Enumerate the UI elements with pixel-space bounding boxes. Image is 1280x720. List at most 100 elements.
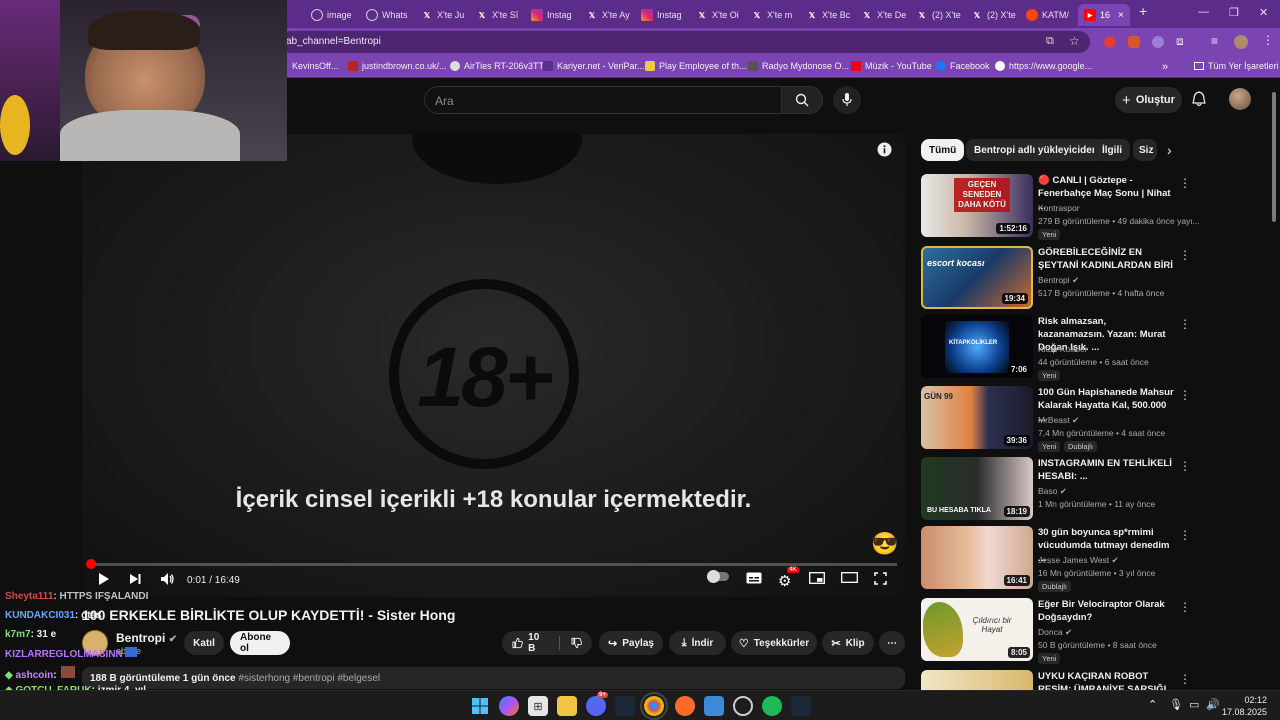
bookmark[interactable]: Kariyer.net - VeriPar... [543,61,645,71]
thanks-button[interactable]: ♡ Teşekkürler [731,631,817,655]
video-thumbnail[interactable]: escort kocası 19:34 [921,246,1033,309]
chip-from-uploader[interactable]: Bentropi adlı yükleyiciden [966,139,1106,161]
bookmark[interactable]: Facebook [936,61,990,71]
steam-icon[interactable] [791,696,811,716]
url-text[interactable]: ab_channel=Bentropi [286,36,381,47]
autoplay-toggle[interactable] [707,570,729,583]
video-thumbnail[interactable]: KİTAPKOLİKLER 7:06 [921,315,1033,378]
chip-related[interactable]: İlgili [1094,139,1130,161]
extension-icon[interactable] [1128,36,1140,48]
close-window-icon[interactable]: ✕ [1259,6,1268,19]
browser-tab[interactable]: 𝕏 X'te m [745,4,797,26]
more-vert-icon[interactable]: ⋮ [1179,317,1191,331]
rec-title[interactable]: INSTAGRAMIN EN TEHLİKELİ HESABI: ... [1038,457,1174,483]
video-thumbnail[interactable] [921,670,1033,690]
bookmark[interactable]: justindbrown.co.uk/... [348,61,447,71]
bookmark[interactable]: Müzik - YouTube [851,61,932,71]
more-vert-icon[interactable]: ⋮ [1179,388,1191,402]
profile-avatar[interactable] [1234,35,1248,49]
browser-tab[interactable]: 𝕏 X'te Bc [800,4,852,26]
browser-tab-active[interactable]: ▶ 16 × [1078,4,1130,26]
omnibox[interactable]: ab_channel=Bentropi ⧉ ☆ [280,31,1090,53]
store-icon[interactable]: ⊞ [528,696,548,716]
browser-tab[interactable]: KATM/ [1020,4,1072,26]
bookmark[interactable]: https://www.google... [995,61,1092,71]
volume-button[interactable] [160,572,175,586]
browser-tab[interactable]: Instag [635,4,687,26]
start-button[interactable] [470,696,490,716]
photos-icon[interactable] [704,696,724,716]
more-vert-icon[interactable]: ⋮ [1179,459,1191,473]
network-icon[interactable]: ▭ [1189,698,1199,711]
tray-chevron-icon[interactable]: ⌃ [1148,698,1157,711]
browser-tab[interactable]: Instag [525,4,577,26]
hashtags[interactable]: #sisterhong #bentropi #belgesel [238,673,380,684]
bookmark[interactable]: AirTies RT-206v3TT [450,61,544,71]
browser-tab[interactable]: 𝕏 (2) X'te [965,4,1017,26]
new-tab-button[interactable]: + [1139,3,1147,19]
maximize-icon[interactable]: ❐ [1229,6,1239,19]
star-icon[interactable]: ☆ [1069,34,1080,48]
info-icon[interactable] [877,142,892,157]
channel-watermark[interactable]: 😎 [871,531,898,557]
rec-channel[interactable]: Donca ✔ [1038,627,1072,638]
join-button[interactable]: Katıl [184,631,224,655]
recommendation-item[interactable]: BU HESABA TIKLA 18:19 INSTAGRAMIN EN TEH… [921,457,1191,523]
theater-button[interactable] [841,572,858,583]
volume-icon[interactable]: 🔊 [1206,698,1220,711]
recommendation-item[interactable]: 16:41 30 gün boyunca sp*rmimi vücudumda … [921,526,1191,592]
browser-tab[interactable]: image [305,4,357,26]
progress-bar[interactable] [85,559,897,569]
next-button[interactable] [128,572,142,586]
scrollbar-thumb[interactable] [1272,92,1276,222]
rec-channel[interactable]: Bentropi ✔ [1038,275,1079,286]
video-thumbnail[interactable]: BU HESABA TIKLA 18:19 [921,457,1033,520]
bookmark[interactable]: KevinsOff... [292,61,338,71]
bell-icon[interactable] [1192,91,1206,107]
search-button[interactable] [781,86,823,114]
browser-tab[interactable]: Whats [360,4,412,26]
install-icon[interactable]: ⧉ [1046,35,1054,48]
clip-button[interactable]: ✂ Klip [822,631,874,655]
progress-scrubber[interactable] [85,559,96,569]
microphone-icon[interactable]: 🎙 [1169,698,1183,711]
more-vert-icon[interactable]: ⋮ [1179,600,1191,614]
recommendation-item[interactable]: Çıldırıcı bir Hayat 8:05 Eğer Bir Veloci… [921,598,1191,664]
rec-title[interactable]: Eğer Bir Velociraptor Olarak Doğsaydın? [1038,598,1174,624]
more-vert-icon[interactable]: ⋮ [1179,528,1191,542]
bookmark[interactable]: Radyo Mydonose O... [748,61,849,71]
steam-icon[interactable] [615,696,635,716]
puzzle-icon[interactable]: ⧈ [1176,34,1184,49]
search-input[interactable]: Ara [424,86,782,114]
video-thumbnail[interactable]: GÜN 99 39:36 [921,386,1033,449]
file-explorer-icon[interactable] [557,696,577,716]
browser-tab[interactable]: 𝕏 X'te Oi [690,4,742,26]
more-bookmarks-icon[interactable]: » [1162,61,1168,73]
media-icon[interactable]: ≡ [1211,34,1218,48]
video-thumbnail[interactable]: Çıldırıcı bir Hayat 8:05 [921,598,1033,661]
video-thumbnail[interactable]: 16:41 [921,526,1033,589]
recommendation-item[interactable]: GÜN 99 39:36 100 Gün Hapishanede Mahsur … [921,386,1191,452]
video-player[interactable]: 18+ İçerik cinsel içerikli +18 konular i… [82,134,905,597]
chip-you[interactable]: Siz [1133,139,1157,161]
spotify-icon[interactable] [762,696,782,716]
like-button[interactable]: 10 B [512,632,548,654]
rec-channel[interactable]: Kitap Kolikler [1038,344,1088,354]
play-button[interactable] [96,572,110,586]
discord-icon[interactable]: 9+ [586,692,608,716]
voice-search-button[interactable] [833,86,861,114]
channel-name[interactable]: Bentropi ✔ [116,631,177,645]
more-vert-icon[interactable]: ⋮ [1179,672,1191,686]
download-button[interactable]: ⤓ İndir [669,631,726,655]
recommendation-item[interactable]: KİTAPKOLİKLER 7:06 Risk almazsan, kazana… [921,315,1191,381]
browser-tab[interactable]: 𝕏 X'te De [855,4,907,26]
more-vert-icon[interactable]: ⋮ [1179,176,1191,190]
recommendation-item[interactable]: escort kocası 19:34 GÖREBİLECEĞİNİZ EN Ş… [921,246,1191,312]
more-actions-button[interactable]: ⋯ [879,631,905,655]
settings-button[interactable]: ⚙ 4K [778,567,799,590]
bookmark[interactable]: Play Employee of th... [645,61,747,71]
recommendation-item[interactable]: GEÇEN SENEDEN DAHA KÖTÜ 1:52:16 🔴 CANLI … [921,174,1200,240]
rec-title[interactable]: GÖREBİLECEĞİNİZ EN ŞEYTANİ KADINLARDAN B… [1038,246,1174,272]
chevron-right-icon[interactable]: › [1167,142,1172,158]
chrome-icon[interactable] [640,692,668,720]
